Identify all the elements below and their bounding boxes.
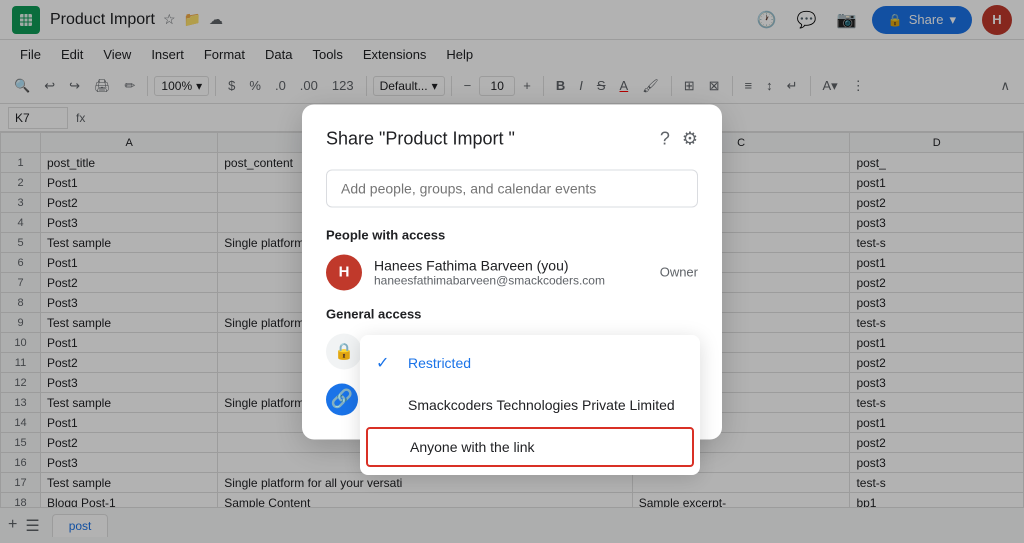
person-row: H Hanees Fathima Barveen (you) haneesfat… <box>326 254 698 290</box>
person-name: Hanees Fathima Barveen (you) <box>374 257 648 273</box>
person-email: haneesfathimabarveen@smackcoders.com <box>374 273 648 287</box>
share-people-input[interactable] <box>326 169 698 207</box>
lock-circle: 🔒 <box>326 333 362 369</box>
dialog-title: Share "Product Import " <box>326 128 515 149</box>
access-dropdown-menu: ✓ Restricted Smackcoders Technologies Pr… <box>360 335 700 475</box>
general-access-title: General access <box>326 306 698 321</box>
person-role: Owner <box>660 265 698 280</box>
dialog-settings-icon[interactable]: ⚙ <box>682 128 698 149</box>
dropdown-item-restricted[interactable]: ✓ Restricted <box>360 341 700 385</box>
dialog-header: Share "Product Import " ? ⚙ <box>326 128 698 149</box>
person-info: Hanees Fathima Barveen (you) haneesfathi… <box>374 257 648 287</box>
check-icon: ✓ <box>376 353 396 373</box>
link-circle: 🔗 <box>326 383 358 415</box>
people-section-title: People with access <box>326 227 698 242</box>
dialog-header-icons: ? ⚙ <box>660 128 698 149</box>
dropdown-item-anyone[interactable]: Anyone with the link <box>366 427 694 467</box>
dropdown-item-smackcoders[interactable]: Smackcoders Technologies Private Limited <box>360 385 700 425</box>
dialog-help-icon[interactable]: ? <box>660 128 670 149</box>
person-avatar: H <box>326 254 362 290</box>
